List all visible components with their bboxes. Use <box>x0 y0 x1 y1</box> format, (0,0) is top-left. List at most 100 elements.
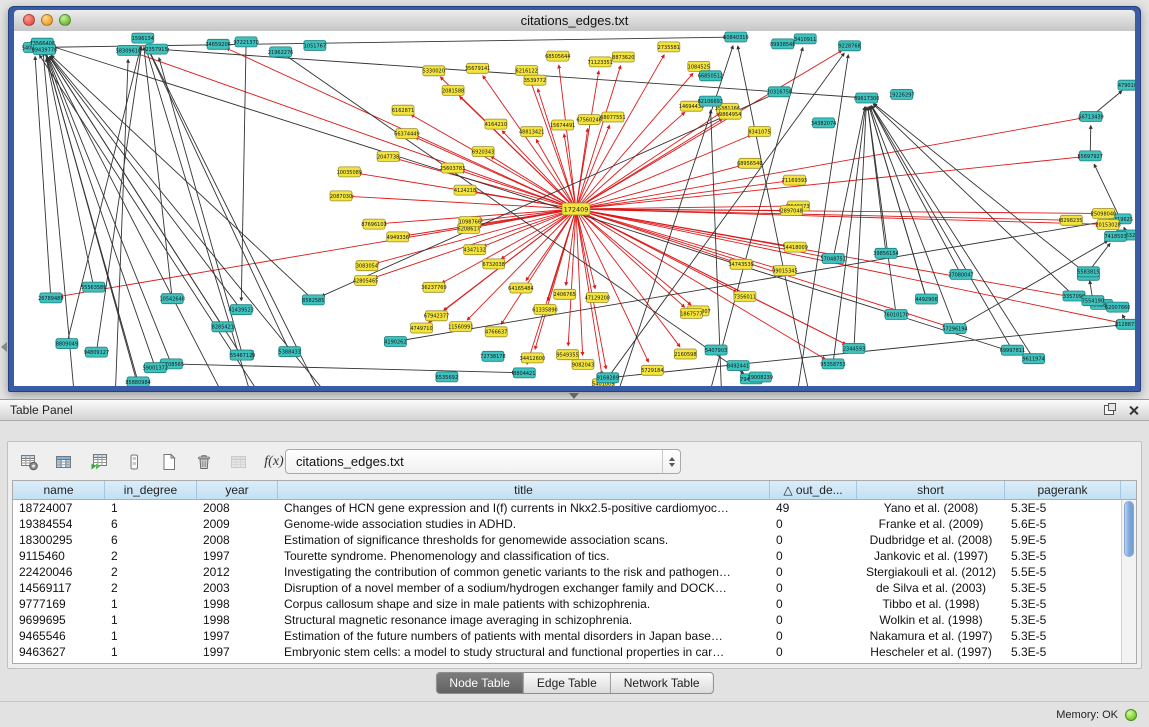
graph-node[interactable]: 8804421 <box>513 368 535 378</box>
table-cell[interactable]: 0 <box>770 612 857 628</box>
graph-node[interactable]: 55697927 <box>1077 151 1102 161</box>
graph-node[interactable]: 67560246 <box>576 115 601 125</box>
table-cell[interactable]: 0 <box>770 596 857 612</box>
graph-node[interactable]: 94809127 <box>84 347 109 357</box>
graph-node[interactable]: 3410911 <box>794 34 816 44</box>
graph-node[interactable]: 8582585 <box>302 295 324 305</box>
table-cell[interactable]: Disruption of a novel member of a sodium… <box>278 580 770 596</box>
table-cell[interactable]: Genome-wide association studies in ADHD. <box>278 516 770 532</box>
graph-node[interactable]: 31288735 <box>1115 319 1135 329</box>
graph-edge[interactable] <box>526 209 576 281</box>
column-header-year[interactable]: year <box>197 481 278 499</box>
graph-node[interactable]: 4790101 <box>1118 80 1135 90</box>
table-cell[interactable]: 1997 <box>197 628 278 644</box>
graph-node[interactable]: 62007660 <box>1105 302 1130 312</box>
table-cell[interactable]: 2008 <box>197 500 278 516</box>
graph-node[interactable]: 1084525 <box>688 61 710 71</box>
graph-node[interactable]: 42805465 <box>353 276 378 286</box>
graph-edge[interactable] <box>576 55 664 209</box>
table-cell[interactable]: 5.3E-5 <box>1005 548 1121 564</box>
graph-node[interactable]: 89617300 <box>854 93 879 103</box>
column-header-out_de[interactable]: △ out_de... <box>770 481 857 499</box>
table-row[interactable]: 1872400712008Changes of HCN gene express… <box>13 500 1136 516</box>
graph-node[interactable]: 4190262 <box>384 337 406 347</box>
graph-node[interactable]: 2406765 <box>554 289 576 299</box>
column-header-short[interactable]: short <box>857 481 1005 499</box>
table-cell[interactable]: 5.3E-5 <box>1005 644 1121 660</box>
graph-node[interactable]: 25603783 <box>440 163 465 173</box>
table-cell[interactable]: 2012 <box>197 564 278 580</box>
table-cell[interactable]: 1 <box>105 500 197 516</box>
graph-node[interactable]: 66374449 <box>394 129 419 139</box>
graph-node[interactable]: 2160598 <box>674 349 696 359</box>
table-cell[interactable]: 18300295 <box>13 532 105 548</box>
table-cell[interactable]: 0 <box>770 644 857 660</box>
table-cell[interactable]: Jankovic et al. (1997) <box>857 548 1005 564</box>
graph-edge[interactable] <box>47 58 143 386</box>
graph-node[interactable]: 2081588 <box>442 85 464 95</box>
graph-node[interactable]: 1596134 <box>132 33 154 43</box>
graph-node[interactable]: 8298235 <box>1060 215 1082 225</box>
graph-node[interactable]: 4124218 <box>454 185 476 195</box>
table-cell[interactable]: Dudbridge et al. (2008) <box>857 532 1005 548</box>
graph-node[interactable]: 89938548 <box>770 39 795 49</box>
graph-node[interactable]: 34412600 <box>520 353 545 363</box>
graph-node[interactable]: 172409 <box>562 203 590 215</box>
graph-node[interactable]: 11560991 <box>448 322 473 332</box>
graph-node[interactable]: 76010170 <box>883 310 908 320</box>
graph-edge[interactable] <box>45 52 155 368</box>
graph-edge[interactable] <box>576 125 610 209</box>
graph-node[interactable]: 56713439 <box>1078 112 1103 122</box>
graph-node[interactable]: 5729184 <box>641 365 663 375</box>
new-document-button[interactable] <box>156 449 182 475</box>
table-cell[interactable]: 9699695 <box>13 612 105 628</box>
graph-node[interactable]: 6216122 <box>516 66 538 76</box>
table-row[interactable]: 1456911722003Disruption of a novel membe… <box>13 580 1136 596</box>
graph-node[interactable]: 9864954 <box>719 109 741 119</box>
table-cell[interactable]: Nakamura et al. (1997) <box>857 628 1005 644</box>
graph-edge[interactable] <box>576 66 621 209</box>
graph-node[interactable]: 8492441 <box>727 361 749 371</box>
column-header-pagerank[interactable]: pagerank <box>1005 481 1121 499</box>
graph-node[interactable]: 17048751 <box>820 254 845 264</box>
graph-node[interactable]: 48813421 <box>519 127 544 137</box>
graph-node[interactable]: 6162871 <box>392 105 414 115</box>
graph-node[interactable]: 1051767 <box>304 41 326 51</box>
graph-node[interactable]: 20316750 <box>767 87 792 97</box>
graph-edge[interactable] <box>576 135 751 209</box>
graph-node[interactable]: 39856154 <box>873 248 898 258</box>
graph-node[interactable]: 6732038 <box>483 259 505 269</box>
graph-node[interactable]: 5583815 <box>1077 267 1099 277</box>
table-cell[interactable]: 0 <box>770 628 857 644</box>
graph-edge[interactable] <box>576 209 649 362</box>
table-cell[interactable]: 1 <box>105 644 197 660</box>
graph-edge[interactable] <box>576 206 789 209</box>
table-settings-button[interactable] <box>16 449 42 475</box>
graph-node[interactable]: 4492906 <box>915 294 937 304</box>
graph-edge[interactable] <box>566 209 576 285</box>
graph-node[interactable]: 61335890 <box>532 304 557 314</box>
graph-node[interactable]: 6535692 <box>436 372 458 382</box>
graph-node[interactable]: 4949336 <box>387 232 409 242</box>
table-cell[interactable]: 1 <box>105 612 197 628</box>
graph-node[interactable]: 7356011 <box>734 291 756 301</box>
table-row[interactable]: 946554611997Estimation of the future num… <box>13 628 1136 644</box>
table-cell[interactable]: 2009 <box>197 516 278 532</box>
graph-node[interactable]: 95358753 <box>820 359 845 369</box>
table-cell[interactable]: 1998 <box>197 596 278 612</box>
graph-node[interactable]: 66850512 <box>698 71 723 81</box>
table-cell[interactable]: 2003 <box>197 580 278 596</box>
graph-edge[interactable] <box>576 209 846 344</box>
graph-node[interactable]: 21962276 <box>268 47 293 57</box>
graph-node[interactable]: 2735581 <box>658 42 680 52</box>
graph-node[interactable]: 5330020 <box>423 66 445 76</box>
table-row[interactable]: 1830029562008Estimation of significance … <box>13 532 1136 548</box>
graph-node[interactable]: 10542648 <box>159 294 184 304</box>
graph-node[interactable]: 67942377 <box>424 311 449 321</box>
graph-node[interactable]: 68505644 <box>545 51 570 61</box>
table-cell[interactable]: 5.3E-5 <box>1005 500 1121 516</box>
graph-node[interactable]: 85880984 <box>125 377 150 386</box>
table-cell[interactable]: Hescheler et al. (1997) <box>857 644 1005 660</box>
graph-node[interactable]: 2897048 <box>780 206 802 216</box>
graph-edge[interactable] <box>576 181 786 209</box>
